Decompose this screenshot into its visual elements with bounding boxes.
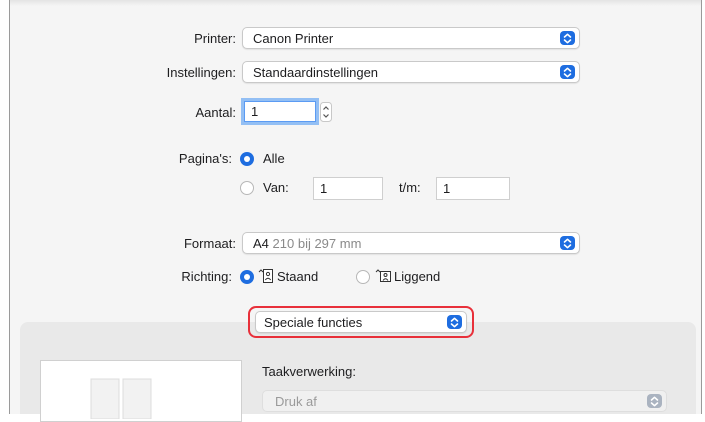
orientation-portrait-label: Staand [277, 269, 319, 284]
pages-from-input[interactable]: 1 [313, 177, 383, 200]
pages-all-label: Alle [263, 151, 285, 166]
copies-stepper[interactable] [320, 102, 332, 125]
copies-input[interactable]: 1 [244, 101, 316, 122]
job-processing-popup[interactable]: Druk af [262, 390, 667, 412]
copies-label: Aantal: [195, 105, 236, 120]
copies-value: 1 [251, 104, 259, 119]
orientation-label: Richting: [181, 269, 232, 284]
printer-popup[interactable]: Canon Printer [242, 27, 580, 49]
pages-label: Pagina's: [178, 151, 232, 166]
pages-to-label: t/m: [399, 180, 421, 195]
chevron-updown-icon [560, 31, 575, 45]
printer-label: Printer: [194, 31, 236, 46]
dialog-top-edge [10, 0, 701, 6]
paper-size-detail: 210 bij 297 mm [272, 236, 362, 251]
paper-size-text: A4 210 bij 297 mm [253, 236, 361, 251]
paper-size-popup[interactable]: A4 210 bij 297 mm [242, 232, 580, 254]
presets-popup[interactable]: Standaardinstellingen [242, 61, 580, 83]
landscape-orientation-icon [375, 268, 391, 287]
highlight-annotation [248, 306, 474, 338]
orientation-landscape-radio[interactable] [356, 270, 370, 284]
chevron-updown-icon [647, 394, 662, 408]
orientation-portrait-radio[interactable] [240, 270, 254, 284]
page-preview [40, 360, 242, 422]
pages-from-value: 1 [320, 181, 328, 196]
orientation-landscape-label: Liggend [394, 269, 441, 284]
presets-value: Standaardinstellingen [253, 65, 379, 80]
job-processing-value: Druk af [275, 394, 317, 409]
paper-size-value: A4 [253, 236, 269, 251]
pages-from-label: Van: [263, 180, 289, 195]
chevron-updown-icon [560, 65, 575, 79]
pages-to-value: 1 [443, 181, 451, 196]
paper-size-label: Formaat: [183, 236, 236, 251]
pages-range-radio[interactable] [240, 181, 254, 195]
chevron-updown-icon [560, 236, 575, 250]
job-processing-label: Taakverwerking: [262, 364, 356, 379]
printer-value: Canon Printer [253, 31, 334, 46]
pages-to-input[interactable]: 1 [436, 177, 510, 200]
portrait-orientation-icon [258, 268, 274, 287]
presets-label: Instellingen: [166, 65, 236, 80]
pages-all-radio[interactable] [240, 152, 254, 166]
